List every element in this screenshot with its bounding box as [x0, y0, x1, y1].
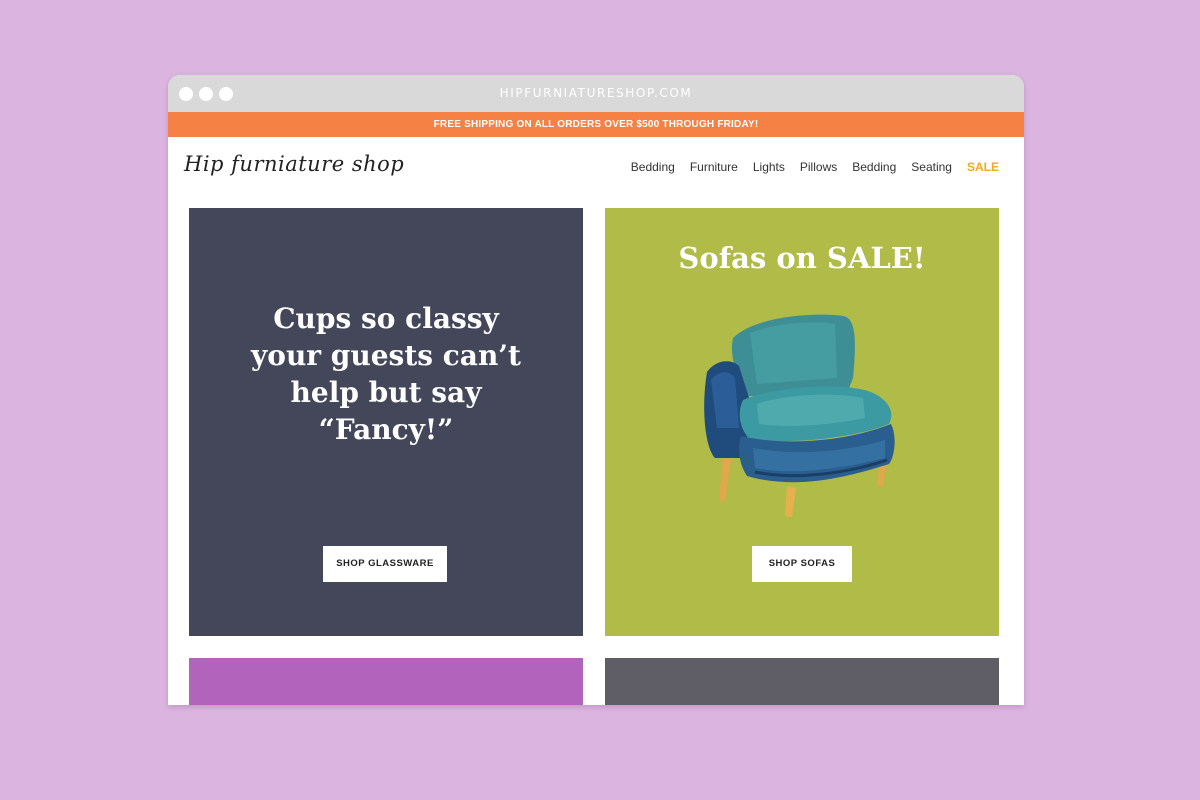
nav-item-lights[interactable]: Lights — [753, 160, 785, 174]
sofa-headline: Sofas on SALE! — [678, 241, 926, 275]
armchair-illustration[interactable] — [695, 308, 915, 523]
shop-sofas-button[interactable]: SHOP SOFAS — [752, 546, 852, 582]
glassware-promo-card: Cups so classy your guests can’t help bu… — [189, 208, 583, 636]
gray-promo-card[interactable] — [605, 658, 999, 705]
nav-item-sale[interactable]: SALE — [967, 160, 999, 174]
nav-item-bedding-2[interactable]: Bedding — [852, 160, 896, 174]
browser-titlebar: HIPFURNIATURESHOP.COM — [168, 75, 1024, 112]
glassware-headline: Cups so classy your guests can’t help bu… — [219, 300, 553, 448]
address-bar[interactable]: HIPFURNIATURESHOP.COM — [168, 75, 1024, 112]
site-logo[interactable]: Hip furniature shop — [184, 152, 404, 176]
main-nav: Bedding Furniture Lights Pillows Bedding… — [616, 160, 999, 174]
glassware-headline-line: Cups so classy — [273, 302, 499, 335]
shop-glassware-button[interactable]: SHOP GLASSWARE — [323, 546, 447, 582]
nav-item-pillows[interactable]: Pillows — [800, 160, 837, 174]
purple-promo-card[interactable] — [189, 658, 583, 705]
nav-item-seating[interactable]: Seating — [911, 160, 952, 174]
promo-banner: FREE SHIPPING ON ALL ORDERS OVER $500 TH… — [168, 112, 1024, 137]
sofa-promo-card: Sofas on SALE! SHOP SOFAS — [605, 208, 999, 636]
glassware-headline-line: “Fancy!” — [318, 413, 454, 446]
glassware-headline-line: your guests can’t — [251, 339, 521, 372]
nav-item-furniture[interactable]: Furniture — [690, 160, 738, 174]
glassware-headline-line: help but say — [290, 376, 482, 409]
nav-item-bedding[interactable]: Bedding — [631, 160, 675, 174]
browser-window: HIPFURNIATURESHOP.COM FREE SHIPPING ON A… — [168, 75, 1024, 705]
